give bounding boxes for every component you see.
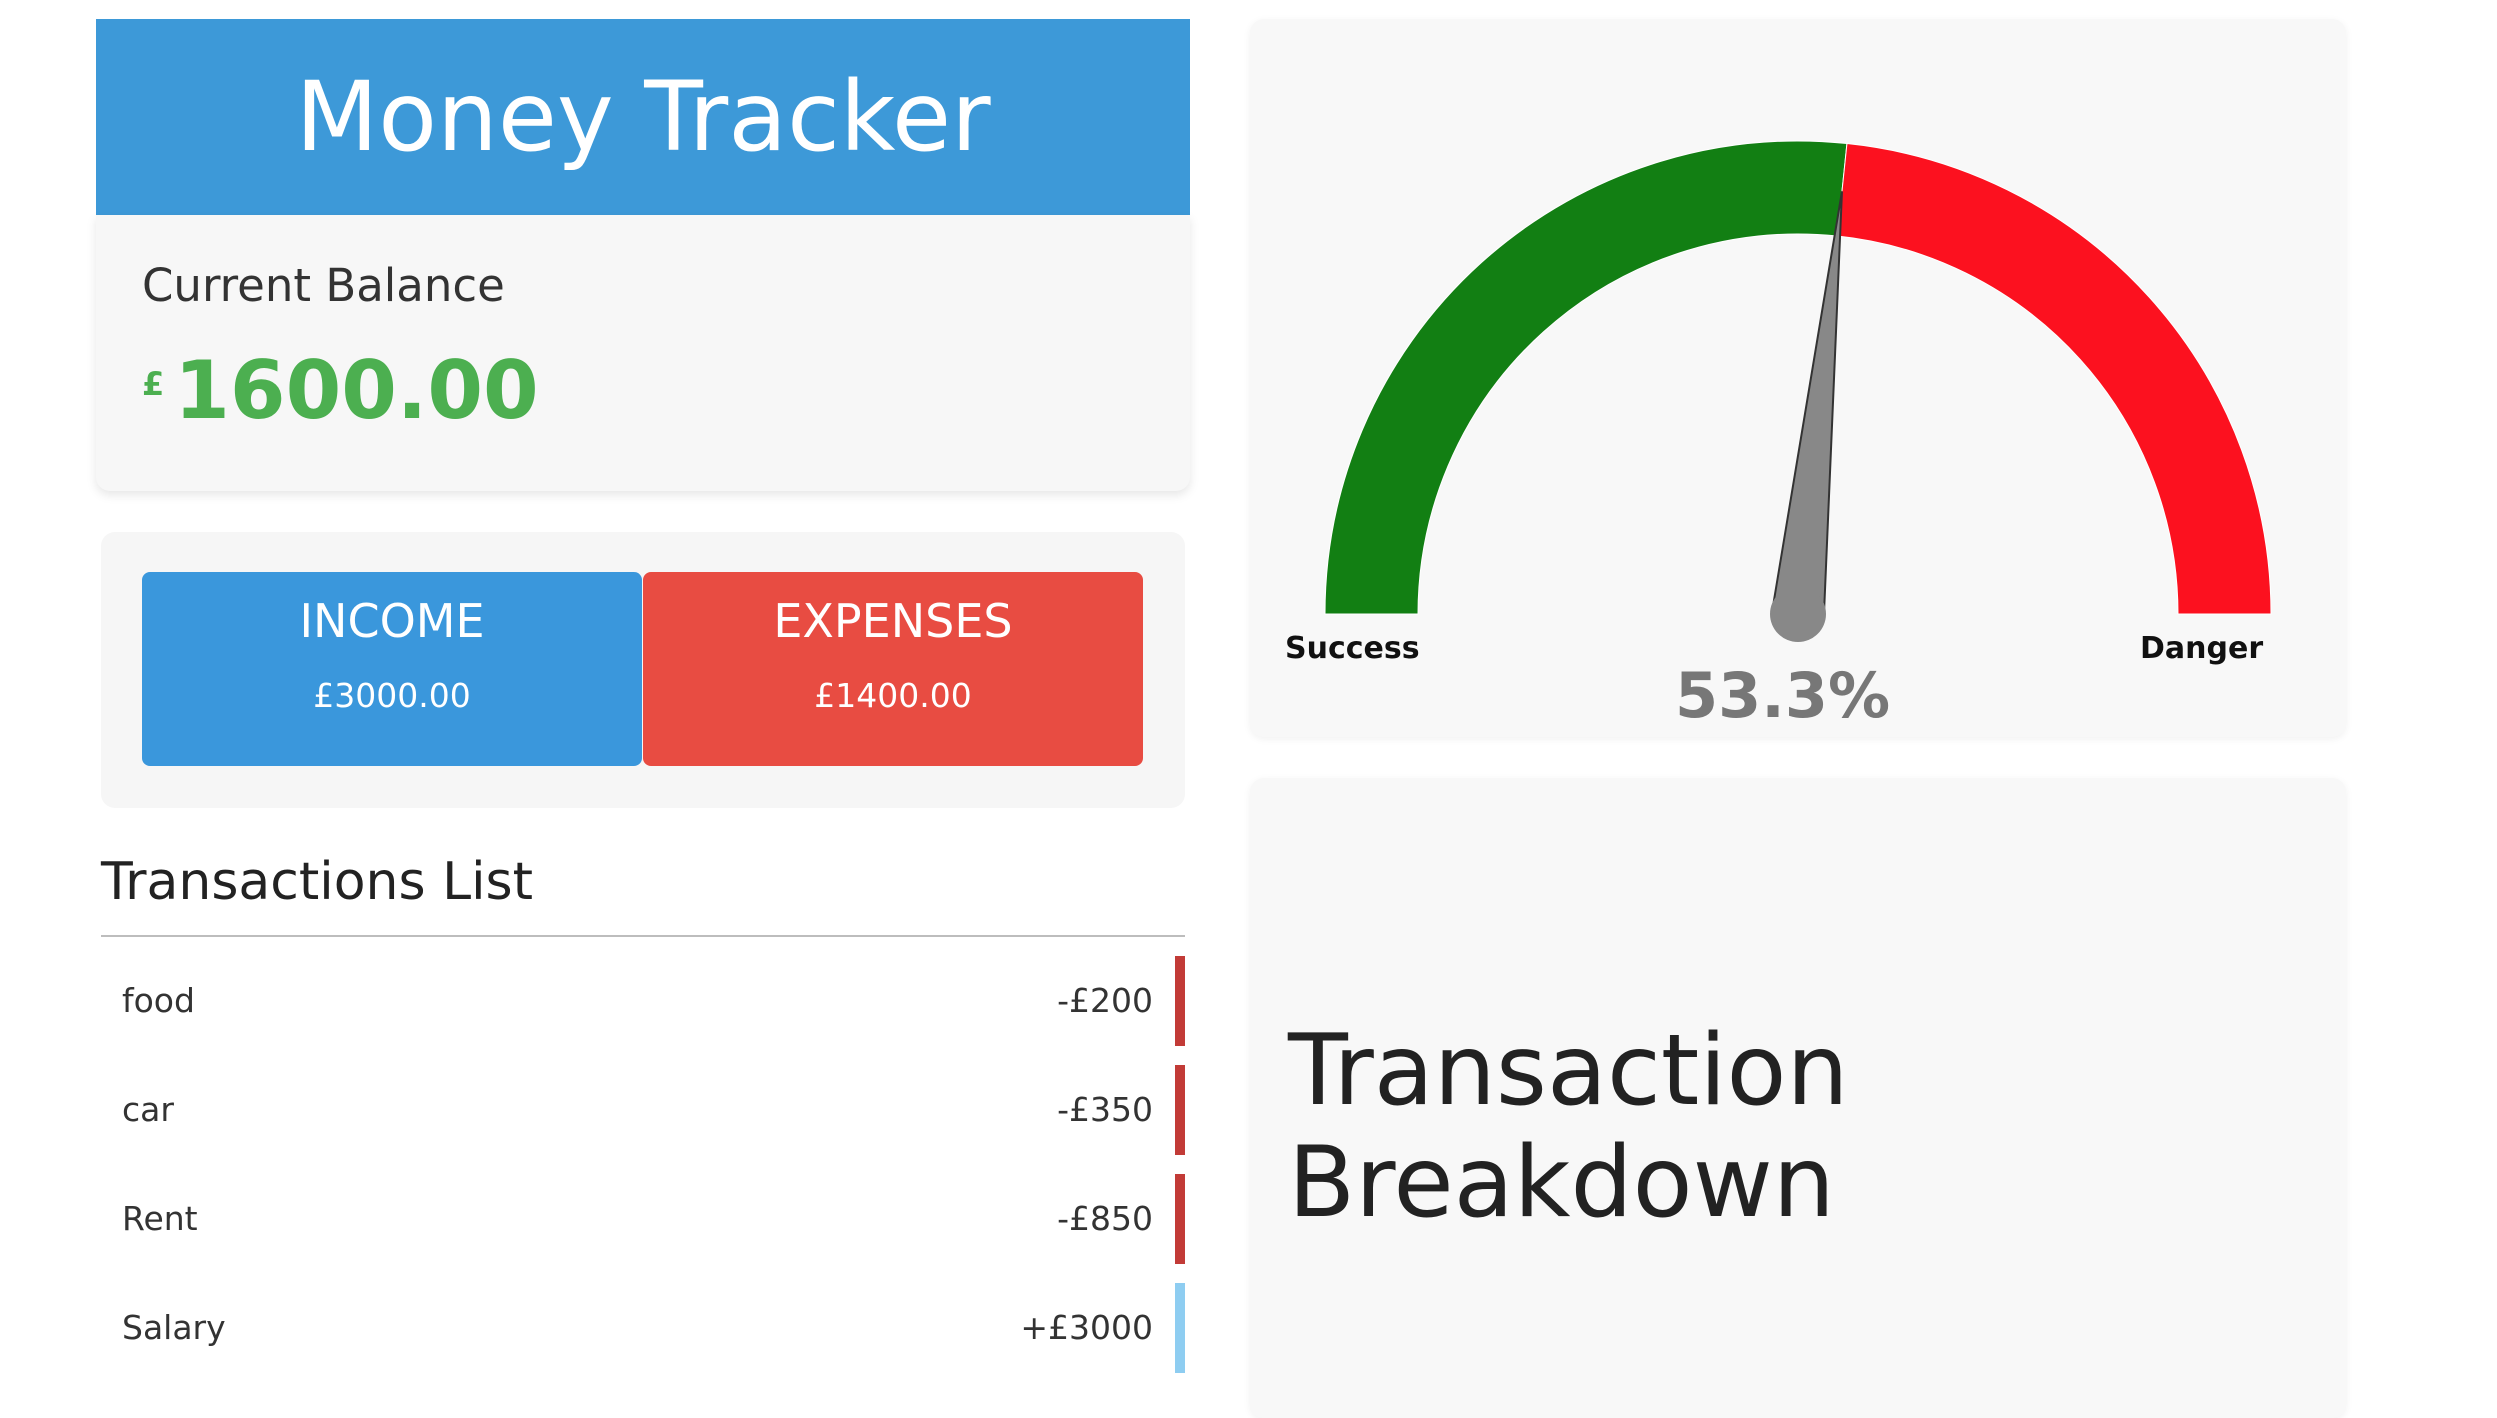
balance-currency: £ [142,365,165,403]
balance-label: Current Balance [142,259,505,312]
income-label: INCOME [299,594,485,648]
summary-card: INCOME £3000.00 EXPENSES £1400.00 [101,532,1185,808]
app-header: Money Tracker [96,19,1190,215]
app-title: Money Tracker [295,61,991,173]
balance-value: £ 1600.00 [142,351,539,431]
transaction-name: food [122,981,195,1020]
expense-indicator [1175,1065,1185,1155]
breakdown-title: Transaction Breakdown [1288,1014,1849,1240]
gauge-percent: 53.3% [1675,659,1891,732]
gauge-success-arc [1324,140,1848,615]
transaction-amount: -£350 [1057,1090,1153,1129]
transaction-row[interactable]: Salary +£3000 [101,1283,1185,1373]
expenses-summary[interactable]: EXPENSES £1400.00 [643,572,1143,766]
balance-card: Current Balance £ 1600.00 [96,215,1190,491]
transaction-row[interactable]: Rent -£850 [101,1174,1185,1264]
transaction-row[interactable]: food -£200 [101,956,1185,1046]
gauge-success-label: Success [1285,631,1420,666]
gauge-needle-hub [1770,586,1826,642]
balance-amount: 1600.00 [174,344,539,437]
breakdown-card: Transaction Breakdown [1250,778,2346,1418]
transaction-name: car [122,1090,174,1129]
gauge-card: Success Danger 53.3% [1250,19,2346,737]
transactions-divider [101,935,1185,937]
gauge-danger-label: Danger [2140,631,2264,666]
transaction-name: Rent [122,1199,198,1238]
gauge-danger-arc [1836,142,2272,615]
transaction-name: Salary [122,1308,226,1347]
expense-indicator [1175,1174,1185,1264]
gauge-chart [1324,140,2272,642]
gauge-needle [1770,191,1843,618]
expenses-label: EXPENSES [773,594,1013,648]
expense-indicator [1175,956,1185,1046]
income-indicator [1175,1283,1185,1373]
transaction-row[interactable]: car -£350 [101,1065,1185,1155]
transactions-heading: Transactions List [101,852,533,912]
transaction-amount: +£3000 [1020,1308,1153,1347]
transaction-amount: -£850 [1057,1199,1153,1238]
income-summary[interactable]: INCOME £3000.00 [142,572,642,766]
transaction-amount: -£200 [1057,981,1153,1020]
income-amount: £3000.00 [313,676,471,715]
expenses-amount: £1400.00 [814,676,972,715]
